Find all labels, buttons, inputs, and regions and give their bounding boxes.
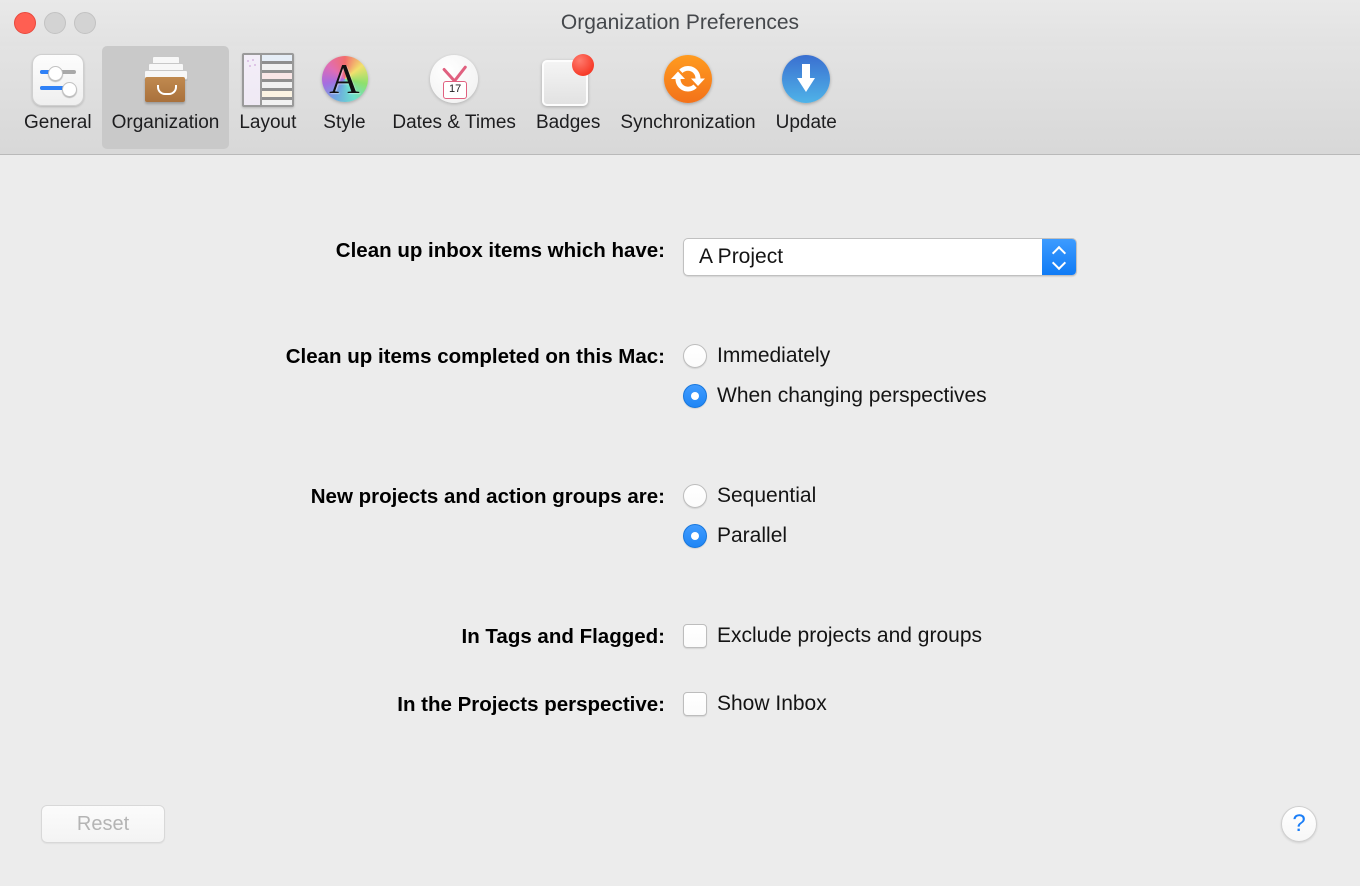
radio-option-sequential[interactable]: Sequential	[683, 484, 816, 508]
toolbar-item-badges-label: Badges	[535, 112, 601, 133]
row-cleanup-inbox: Clean up inbox items which have: A Proje…	[0, 238, 1077, 276]
download-arrow-icon	[778, 52, 834, 108]
toolbar-item-badges[interactable]: Badges	[526, 46, 610, 149]
toolbar-item-update-label: Update	[775, 112, 837, 133]
clock-calendar-icon: 17	[426, 52, 482, 108]
toolbar-item-dates-and-times-label: Dates & Times	[392, 112, 516, 133]
radio-option-immediately[interactable]: Immediately	[683, 344, 987, 368]
row-projects-perspective-label: In the Projects perspective:	[397, 693, 665, 716]
window-title: Organization Preferences	[560, 11, 800, 34]
radio-sequential-icon[interactable]	[683, 484, 707, 508]
checkbox-option-exclude-projects-and-groups[interactable]: Exclude projects and groups	[683, 624, 982, 648]
row-projects-perspective: In the Projects perspective: Show Inbox	[0, 692, 827, 718]
radio-option-parallel-label: Parallel	[717, 524, 788, 547]
checkbox-show-inbox-icon[interactable]	[683, 692, 707, 716]
row-new-projects-label: New projects and action groups are:	[310, 485, 665, 508]
row-tags-and-flagged-label: In Tags and Flagged:	[461, 625, 666, 648]
checkbox-option-show-inbox[interactable]: Show Inbox	[683, 692, 827, 716]
row-cleanup-completed-label: Clean up items completed on this Mac:	[285, 345, 665, 368]
layout-icon	[240, 52, 296, 108]
badge-dot-icon	[540, 52, 596, 108]
row-cleanup-completed: Clean up items completed on this Mac: Im…	[0, 344, 987, 408]
style-icon-glyph: A	[329, 57, 360, 103]
help-button[interactable]: ?	[1281, 806, 1317, 842]
checkbox-option-exclude-projects-and-groups-label: Exclude projects and groups	[717, 624, 982, 647]
radio-option-sequential-label: Sequential	[717, 484, 817, 507]
cleanup-inbox-popup-button[interactable]: A Project	[683, 238, 1077, 276]
toolbar-item-layout-label: Layout	[239, 112, 297, 133]
radio-option-immediately-label: Immediately	[717, 344, 831, 367]
toolbar-item-style-label: Style	[323, 112, 366, 133]
toolbar-item-organization-label: Organization	[111, 112, 220, 133]
toolbar-item-dates-and-times[interactable]: 17 Dates & Times	[382, 46, 526, 149]
row-new-projects: New projects and action groups are: Sequ…	[0, 484, 816, 548]
radio-parallel-icon[interactable]	[683, 524, 707, 548]
sliders-icon	[30, 52, 86, 108]
toolbar-item-style[interactable]: A Style	[306, 46, 382, 149]
checkbox-exclude-projects-and-groups-icon[interactable]	[683, 624, 707, 648]
preferences-content: Clean up inbox items which have: A Proje…	[0, 156, 1360, 886]
toolbar-item-synchronization-label: Synchronization	[620, 112, 756, 133]
radio-immediately-icon[interactable]	[683, 344, 707, 368]
toolbar-item-update[interactable]: Update	[766, 46, 847, 149]
clock-date-badge: 17	[443, 81, 468, 99]
preferences-toolbar: General Organization Layout A Style 17 D…	[0, 46, 1360, 155]
checkbox-option-show-inbox-label: Show Inbox	[717, 692, 827, 715]
toolbar-item-general[interactable]: General	[14, 46, 102, 149]
toolbar-item-synchronization[interactable]: Synchronization	[610, 46, 765, 149]
row-cleanup-inbox-label: Clean up inbox items which have:	[335, 239, 665, 262]
preferences-window: Organization Preferences General Organiz…	[0, 0, 1360, 886]
reset-button[interactable]: Reset	[41, 805, 165, 843]
radio-option-parallel[interactable]: Parallel	[683, 524, 816, 548]
font-color-wheel-icon: A	[316, 52, 372, 108]
cleanup-inbox-popup-value: A Project	[699, 245, 784, 268]
toolbar-item-organization[interactable]: Organization	[101, 46, 230, 149]
toolbar-item-general-label: General	[24, 112, 92, 133]
radio-when-changing-perspectives-icon[interactable]	[683, 384, 707, 408]
titlebar: Organization Preferences	[0, 0, 1360, 46]
radio-option-when-changing-perspectives-label: When changing perspectives	[717, 384, 987, 407]
file-drawer-icon	[137, 52, 193, 108]
toolbar-item-layout[interactable]: Layout	[229, 46, 306, 149]
row-tags-and-flagged: In Tags and Flagged: Exclude projects an…	[0, 624, 982, 650]
popup-stepper-arrows-icon[interactable]	[1042, 239, 1076, 275]
radio-option-when-changing-perspectives[interactable]: When changing perspectives	[683, 384, 987, 408]
sync-arrows-icon	[660, 52, 716, 108]
